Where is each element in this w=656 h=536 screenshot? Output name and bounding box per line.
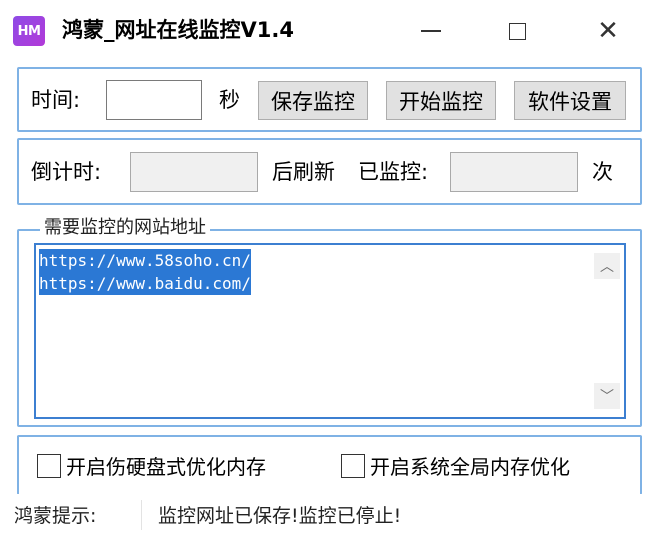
time-input[interactable] [106,80,202,120]
close-button[interactable]: ✕ [588,12,628,50]
monitored-label: 已监控: [358,160,429,184]
status-prefix: 鸿蒙提示: [14,505,97,527]
maximize-icon [508,22,526,40]
global-memory-checkbox[interactable] [341,454,365,478]
maximize-button[interactable] [497,12,537,50]
close-icon: ✕ [597,16,619,46]
status-bar: 鸿蒙提示: 监控网址已保存!监控已停止! [0,494,656,536]
chevron-down-icon: ﹀ [600,389,614,405]
seconds-label: 秒 [219,88,240,112]
scroll-up-button[interactable]: ︿ [594,253,620,279]
time-label: 时间: [31,88,81,112]
url-textarea[interactable]: https://www.58soho.cn/ https://www.baidu… [34,243,626,419]
status-message: 监控网址已保存!监控已停止! [158,505,402,527]
minimize-icon [421,30,441,32]
status-divider [141,500,142,530]
hdd-cache-checkbox[interactable] [37,454,61,478]
app-icon: HM [13,16,45,46]
url-line: https://www.baidu.com/ [39,272,251,295]
url-list: https://www.58soho.cn/ https://www.baidu… [39,249,251,295]
countdown-field [130,152,258,192]
save-monitor-button[interactable]: 保存监控 [258,81,368,120]
title-bar: HM 鸿蒙_网址在线监控V1.4 ✕ [0,0,656,62]
hdd-cache-label[interactable]: 开启伤硬盘式优化内存 [66,453,266,481]
window-title: 鸿蒙_网址在线监控V1.4 [62,18,294,42]
settings-button[interactable]: 软件设置 [514,81,626,120]
start-monitor-button[interactable]: 开始监控 [386,81,496,120]
refresh-label: 后刷新 [272,160,335,184]
url-line: https://www.58soho.cn/ [39,249,251,272]
times-label: 次 [592,160,613,184]
chevron-up-icon: ︿ [600,259,614,275]
minimize-button[interactable] [411,12,451,50]
countdown-label: 倒计时: [31,160,102,184]
url-group-legend: 需要监控的网站地址 [40,217,210,239]
global-memory-label[interactable]: 开启系统全局内存优化 [370,453,570,481]
monitored-count-field [450,152,578,192]
scroll-down-button[interactable]: ﹀ [594,383,620,409]
